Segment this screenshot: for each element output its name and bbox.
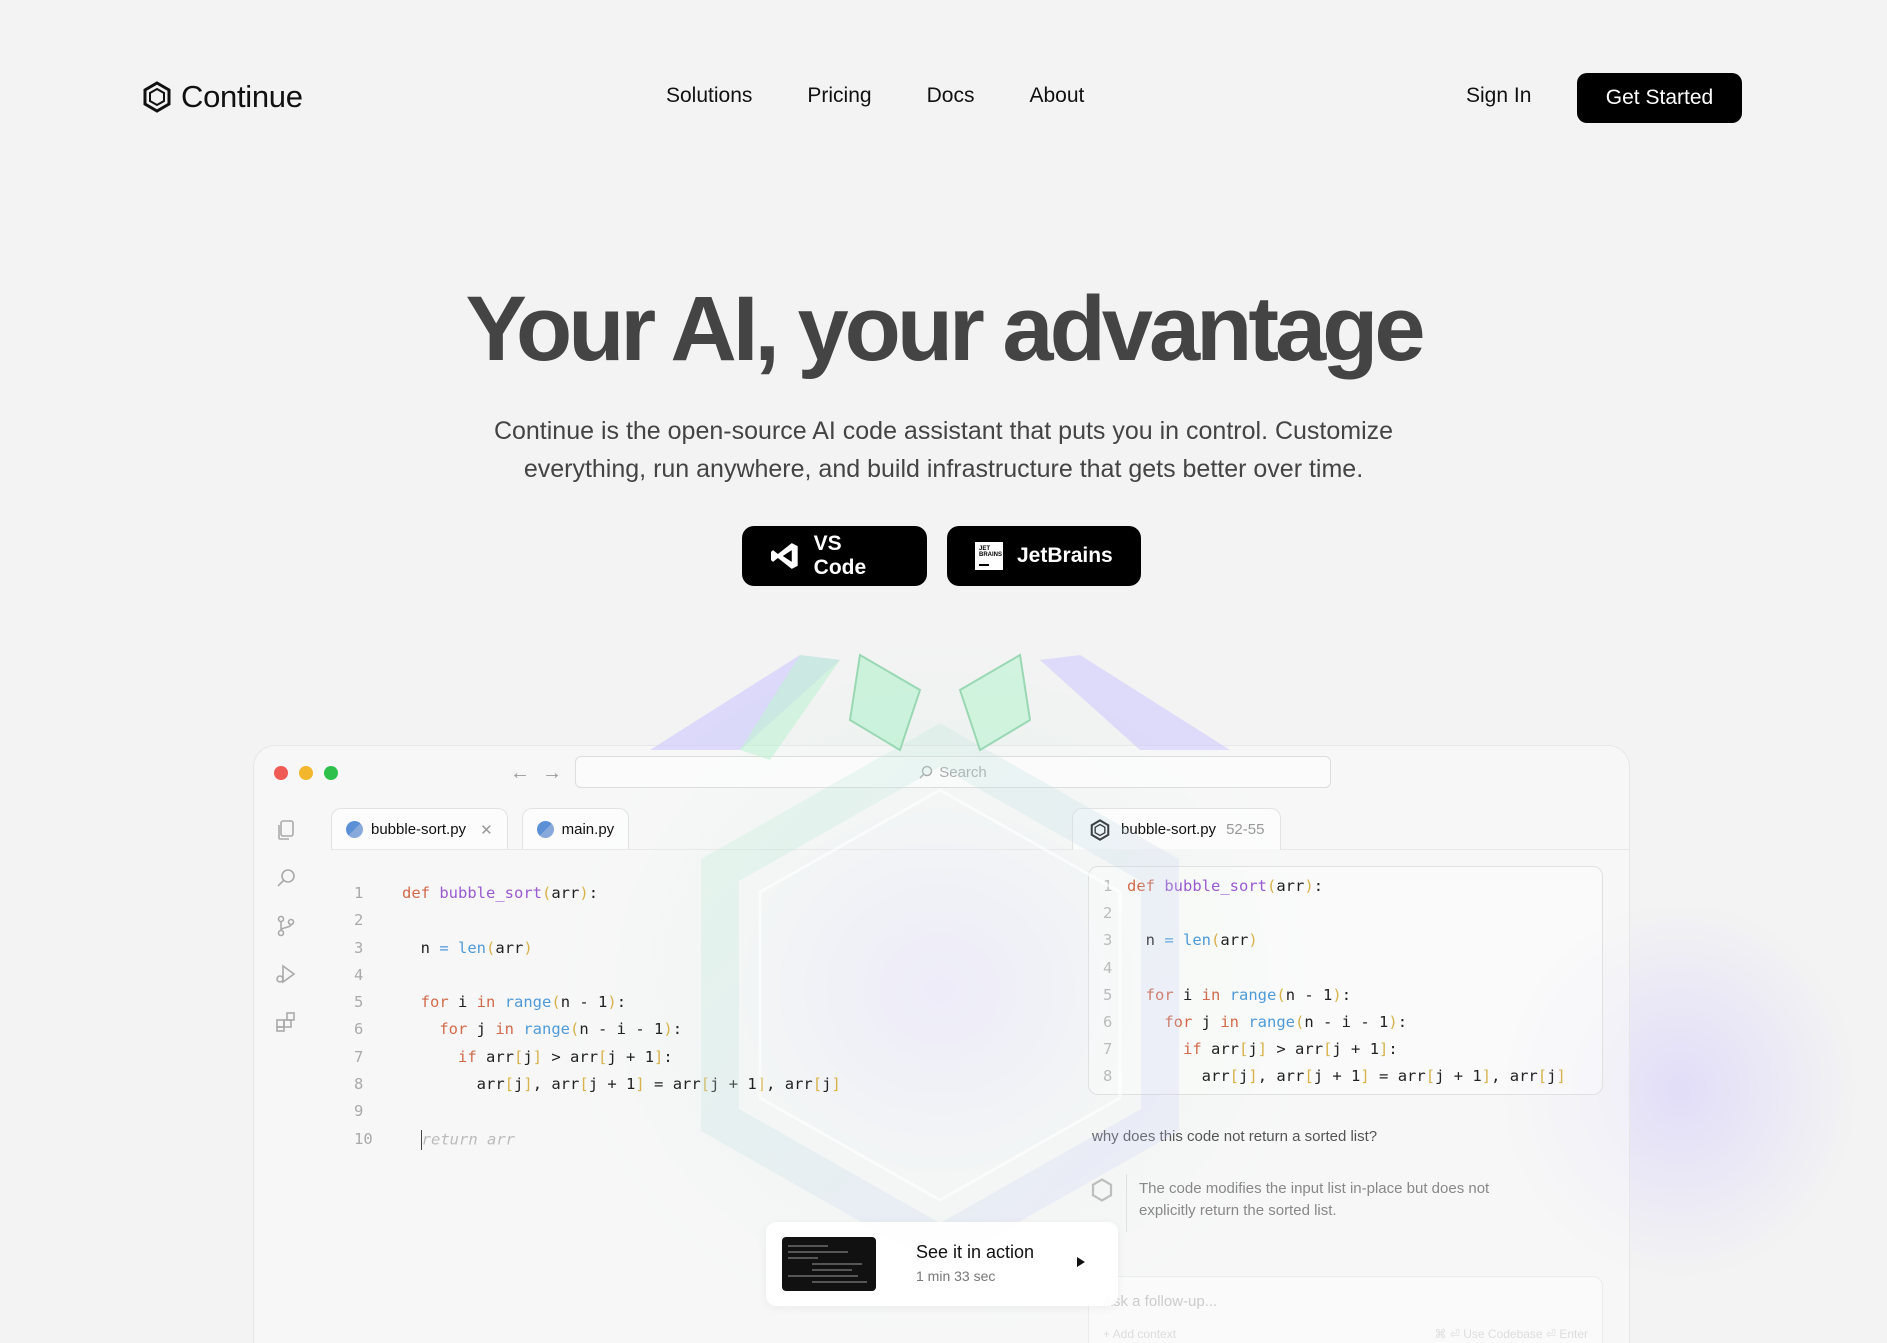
python-icon bbox=[536, 821, 554, 838]
close-tab-icon[interactable]: ✕ bbox=[480, 821, 493, 839]
hero-subtitle: Continue is the open-source AI code assi… bbox=[440, 412, 1447, 488]
hero-subtitle-line-2: everything, run anywhere, and build infr… bbox=[523, 455, 1364, 483]
python-icon bbox=[346, 821, 363, 838]
logo-text: Continue bbox=[181, 79, 303, 114]
follow-up-hint: ⌘ ⏎ Use Codebase ⏎ Enter bbox=[1434, 1327, 1588, 1341]
hero-subtitle-line-1: Continue is the open-source AI code assi… bbox=[493, 417, 1394, 445]
get-started-button[interactable]: Get Started bbox=[1577, 73, 1742, 123]
tab-bubble-sort[interactable]: bubble-sort.py ✕ bbox=[331, 808, 508, 850]
vscode-icon bbox=[770, 543, 798, 569]
forward-arrow-icon[interactable]: → bbox=[542, 762, 562, 785]
video-thumbnail bbox=[782, 1237, 876, 1291]
vscode-label: VS Code bbox=[813, 532, 867, 579]
logo[interactable]: Continue bbox=[141, 79, 303, 115]
jetbrains-icon: JET BRAINS bbox=[975, 542, 1003, 570]
jetbrains-label: JetBrains bbox=[1017, 544, 1113, 567]
see-it-in-action-card[interactable]: See it in action 1 min 33 sec bbox=[766, 1222, 1118, 1306]
top-nav: Continue Solutions Pricing Docs About Si… bbox=[0, 0, 1887, 196]
nav-link-pricing[interactable]: Pricing bbox=[807, 84, 871, 108]
nav-link-about[interactable]: About bbox=[1029, 84, 1084, 108]
nav-links: Solutions Pricing Docs About bbox=[666, 84, 1084, 108]
run-debug-icon[interactable] bbox=[274, 962, 298, 986]
download-buttons: VS Code JET BRAINS JetBrains bbox=[742, 526, 1141, 586]
window-controls bbox=[274, 766, 338, 780]
maximize-dot[interactable] bbox=[324, 766, 338, 780]
activity-bar bbox=[274, 818, 298, 1034]
hero-title: Your AI, your advantage bbox=[465, 278, 1426, 380]
search-sidebar-icon[interactable] bbox=[274, 866, 298, 890]
close-dot[interactable] bbox=[274, 766, 288, 780]
extensions-icon[interactable] bbox=[274, 1010, 298, 1034]
nav-arrows: ← → bbox=[510, 762, 562, 785]
sign-in-link[interactable]: Sign In bbox=[1466, 84, 1531, 108]
nav-link-docs[interactable]: Docs bbox=[927, 84, 975, 108]
minimize-dot[interactable] bbox=[299, 766, 313, 780]
play-icon[interactable] bbox=[1077, 1257, 1085, 1267]
editor-tabs: bubble-sort.py ✕ main.py bbox=[331, 808, 630, 850]
jetbrains-button[interactable]: JET BRAINS JetBrains bbox=[947, 526, 1141, 586]
nav-link-solutions[interactable]: Solutions bbox=[666, 84, 752, 108]
tab-label: bubble-sort.py bbox=[371, 821, 467, 838]
action-title: See it in action bbox=[916, 1242, 1035, 1262]
files-icon[interactable] bbox=[274, 818, 298, 842]
vscode-button[interactable]: VS Code bbox=[742, 526, 927, 586]
back-arrow-icon[interactable]: ← bbox=[510, 762, 530, 785]
action-duration: 1 min 33 sec bbox=[916, 1268, 996, 1284]
source-control-icon[interactable] bbox=[274, 914, 298, 938]
continue-logo-icon bbox=[143, 81, 171, 113]
